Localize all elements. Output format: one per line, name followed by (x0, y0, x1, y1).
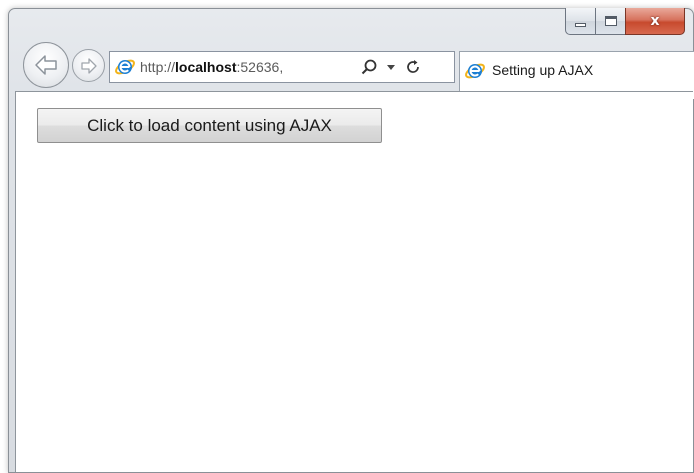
page-content: Click to load content using AJAX (15, 91, 693, 472)
maximize-icon (604, 16, 617, 26)
minimize-icon (575, 22, 586, 27)
tab-title: Setting up AJAX (492, 62, 594, 78)
address-tools (358, 53, 424, 81)
maximize-button[interactable] (595, 8, 625, 35)
address-dropdown-button[interactable] (380, 53, 402, 81)
browser-window: x http://localhost:52636, Setting up AJA… (8, 8, 694, 473)
refresh-icon (407, 60, 419, 73)
refresh-button[interactable] (402, 53, 424, 81)
dropdown-arrow-icon (387, 65, 395, 70)
url-text[interactable]: http://localhost:52636, (140, 59, 350, 75)
back-button[interactable] (23, 42, 69, 88)
forward-button[interactable] (72, 49, 105, 82)
minimize-button[interactable] (565, 8, 595, 35)
close-button[interactable]: x (625, 8, 685, 35)
url-port: :52636, (236, 59, 284, 75)
url-host: localhost (175, 59, 237, 75)
ie-logo-icon (110, 52, 140, 82)
window-caption-buttons: x (565, 8, 685, 35)
url-scheme: http:// (140, 59, 176, 75)
load-content-button[interactable]: Click to load content using AJAX (37, 108, 382, 143)
address-bar[interactable]: http://localhost:52636, (109, 51, 455, 83)
back-arrow-icon (35, 55, 57, 75)
forward-arrow-icon (80, 57, 97, 74)
tab-ie-logo-icon (460, 56, 490, 86)
search-button[interactable] (358, 53, 380, 81)
search-icon (361, 59, 377, 75)
close-icon: x (650, 13, 660, 29)
